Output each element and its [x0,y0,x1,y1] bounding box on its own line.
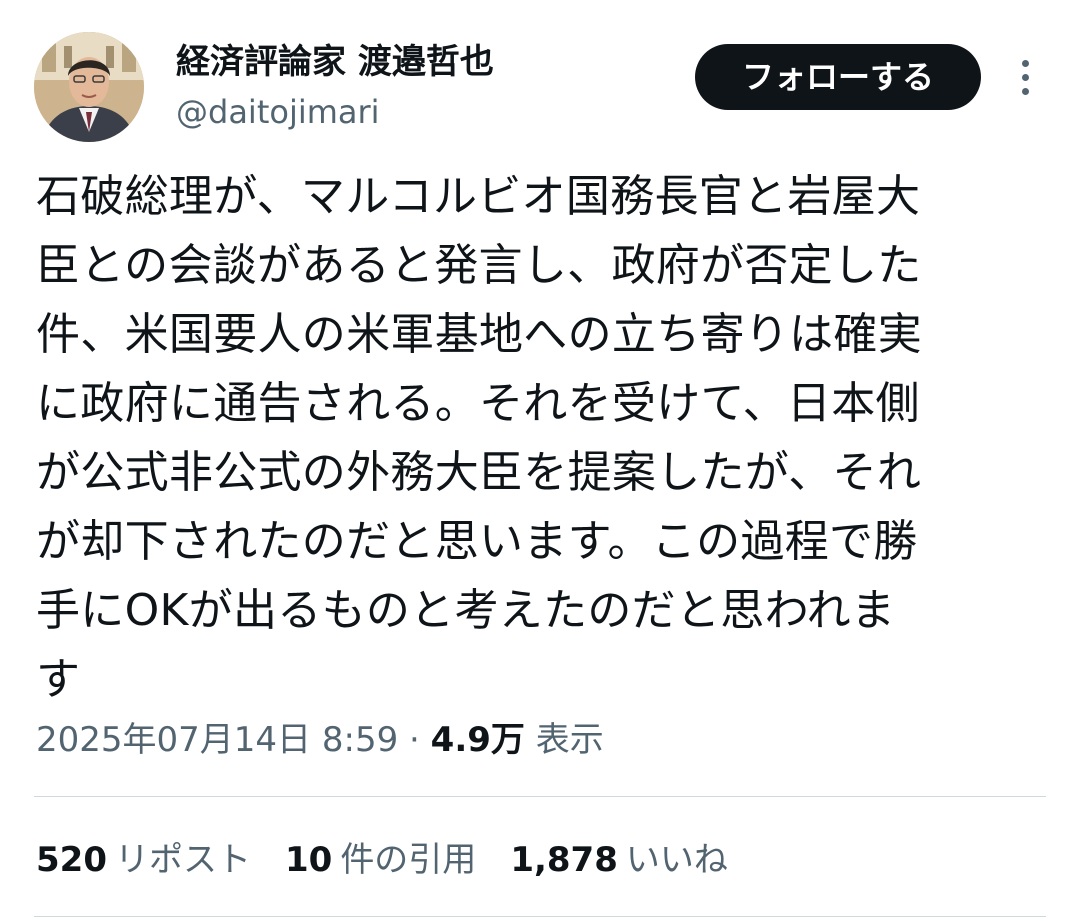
tweet-meta: 2025年07月14日 8:59 · 4.9万 表示 [36,712,604,768]
more-dot [1021,73,1029,81]
follow-button[interactable]: フォローする [695,44,981,110]
likes-stat[interactable]: 1,878 いいね [510,830,728,890]
likes-count: 1,878 [510,840,618,880]
views-label: 表示 [535,720,604,760]
quotes-label: 件の引用 [340,840,477,880]
author-handle[interactable]: @daitojimari [176,92,380,132]
avatar[interactable] [34,32,144,142]
divider [34,916,1046,917]
tweet-timestamp[interactable]: 2025年07月14日 8:59 [36,720,398,760]
quotes-stat[interactable]: 10 件の引用 [285,830,476,890]
meta-separator: · [409,720,420,760]
engagement-stats: 520 リポスト 10 件の引用 1,878 いいね [36,830,728,890]
tweet-header: 経済評論家 渡邉哲也 @daitojimari フォローする [0,0,1080,150]
more-dot [1021,87,1029,95]
author-display-name[interactable]: 経済評論家 渡邉哲也 [176,40,494,84]
tweet-text: 石破総理が、マルコルビオ国務長官と岩屋大 臣との会談があると発言し、政府が否定し… [36,171,922,705]
likes-label: いいね [625,840,728,880]
reposts-stat[interactable]: 520 リポスト [36,830,251,890]
reposts-label: リポスト [114,840,251,880]
more-dots-icon[interactable] [1004,56,1046,98]
more-dot [1021,59,1029,67]
reposts-count: 520 [36,840,107,880]
avatar-image [34,32,144,142]
divider [34,796,1046,797]
views-count: 4.9万 [430,720,525,760]
quotes-count: 10 [284,840,333,880]
